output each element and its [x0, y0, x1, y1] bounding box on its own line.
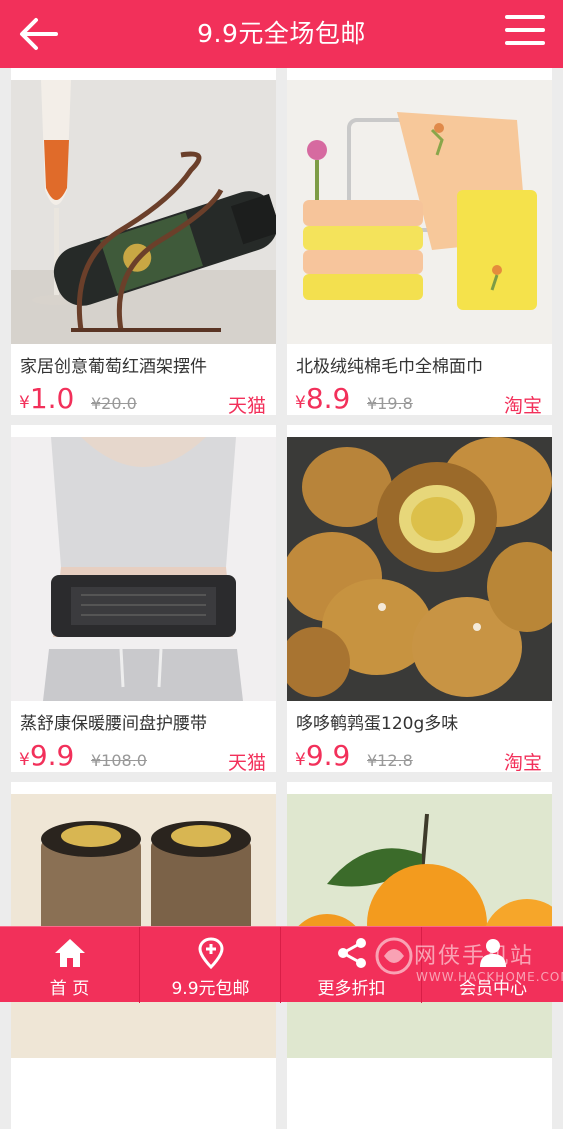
- product-name: 蒸舒康保暖腰间盘护腰带: [20, 714, 207, 734]
- member-icon: [480, 939, 506, 967]
- product-price: ¥8.9: [295, 382, 351, 415]
- product-image-towels: [287, 80, 552, 344]
- location-pin-icon: [197, 937, 224, 969]
- product-original-price: ¥12.8: [367, 751, 413, 770]
- product-image-waist-belt: [11, 437, 276, 701]
- product-name: 家居创意葡萄红酒架摆件: [20, 357, 207, 377]
- tab-more-discounts-label: 更多折扣: [317, 979, 386, 999]
- product-original-price: ¥19.8: [367, 394, 413, 413]
- product-image-quail-eggs: [287, 437, 552, 701]
- tab-home-label: 首 页: [49, 979, 90, 999]
- product-image-wine-rack: [11, 80, 276, 344]
- product-shop: 淘宝: [503, 395, 542, 415]
- menu-button[interactable]: [505, 15, 545, 53]
- product-price: ¥9.9: [295, 739, 351, 772]
- tab-more-discounts[interactable]: 更多折扣: [282, 927, 422, 1003]
- tab-home[interactable]: 首 页: [0, 927, 140, 1003]
- product-name: 哆哆鹌鹑蛋120g多味: [296, 714, 459, 734]
- product-card[interactable]: 北极绒纯棉毛巾全棉面巾 ¥8.9 ¥19.8 淘宝: [287, 68, 552, 415]
- tab-member-center[interactable]: 会员中心: [423, 927, 563, 1003]
- product-price: ¥9.9: [19, 739, 75, 772]
- product-original-price: ¥20.0: [91, 394, 137, 413]
- bottom-tab-bar: 首 页 9.9元包邮 更多折扣 会员中心: [0, 926, 563, 1003]
- product-shop: 天猫: [227, 752, 266, 772]
- top-bar: 9.9元全场包邮: [0, 0, 563, 68]
- product-card[interactable]: 哆哆鹌鹑蛋120g多味 ¥9.9 ¥12.8 淘宝: [287, 425, 552, 772]
- page-title: 9.9元全场包邮: [197, 19, 366, 48]
- tab-member-center-label: 会员中心: [459, 979, 527, 999]
- product-price: ¥1.0: [19, 382, 75, 415]
- share-icon: [337, 938, 366, 968]
- tab-free-shipping-label: 9.9元包邮: [171, 979, 250, 999]
- product-name: 北极绒纯棉毛巾全棉面巾: [296, 357, 483, 377]
- product-original-price: ¥108.0: [91, 751, 147, 770]
- product-shop: 淘宝: [503, 752, 542, 772]
- product-shop: 天猫: [227, 395, 266, 415]
- product-card[interactable]: 家居创意葡萄红酒架摆件 ¥1.0 ¥20.0 天猫: [11, 68, 276, 415]
- product-card[interactable]: 蒸舒康保暖腰间盘护腰带 ¥9.9 ¥108.0 天猫: [11, 425, 276, 772]
- hamburger-menu-icon: [505, 15, 545, 19]
- home-icon: [54, 939, 85, 967]
- tab-free-shipping[interactable]: 9.9元包邮: [141, 927, 281, 1003]
